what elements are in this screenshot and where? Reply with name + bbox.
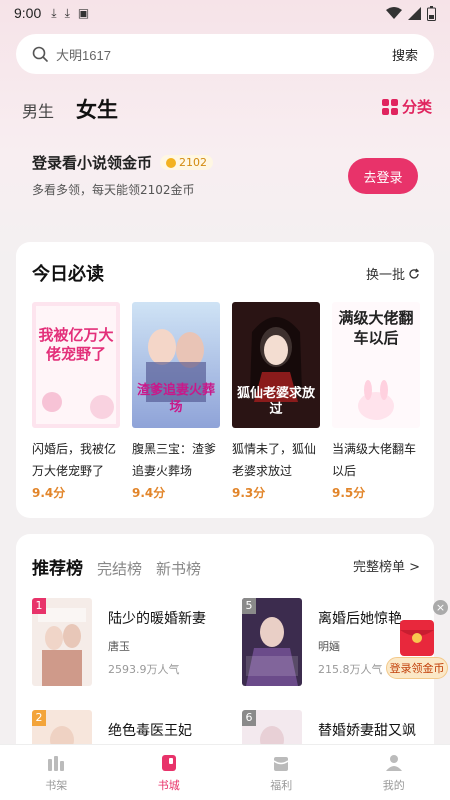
float-login-coin-button[interactable]: 登录领金币 [386, 657, 448, 679]
book-item[interactable]: 渣爹追妻火葬场 腹黑三宝：渣爹追妻火葬场 9.4分 [132, 302, 220, 501]
book-item[interactable]: 我被亿万大佬宠野了 闪婚后，我被亿万大佬宠野了 9.4分 [32, 302, 120, 501]
cover-title: 狐仙老婆求放过 [236, 386, 315, 417]
refresh-label: 换一批 [365, 268, 405, 283]
rank-popularity: 2593.9万人气 [108, 663, 180, 676]
rank-cover[interactable]: 5 [242, 598, 302, 686]
cover-image: 渣爹追妻火葬场 [132, 302, 220, 428]
book-cover[interactable]: 渣爹追妻火葬场 [132, 302, 220, 428]
full-ranking-link[interactable]: 完整榜单 > [353, 556, 420, 575]
nav-label: 福利 [270, 778, 293, 792]
book-cover[interactable]: 满级大佬翻车以后 [332, 302, 420, 428]
book-title: 闪婚后，我被亿万大佬宠野了 [32, 442, 117, 478]
rank-book-title: 陆少的暖婚新妻 [108, 611, 206, 627]
nav-label: 我的 [382, 778, 405, 792]
wifi-icon [386, 6, 402, 19]
download-icon: ⤓ [51, 5, 57, 20]
cover-image: 狐仙老婆求放过 [232, 302, 320, 428]
tab-male[interactable]: 男生 [22, 98, 54, 122]
login-button[interactable]: 去登录 [348, 158, 418, 194]
rank-cover[interactable]: 1 [32, 598, 92, 686]
book-score: 9.4分 [32, 486, 66, 500]
book-item[interactable]: 狐仙老婆求放过 狐情未了，狐仙老婆求放过 9.3分 [232, 302, 320, 501]
gift-icon [273, 756, 289, 771]
nav-bookshelf[interactable]: 书架 [0, 745, 113, 800]
download-icon: ⤓ [64, 5, 70, 20]
tab-finished[interactable]: 完结榜 [97, 558, 142, 579]
rank-book-title: 离婚后她惊艳 [318, 611, 402, 627]
status-bar: 9:00 ⤓ ⤓ ▣ [0, 0, 450, 26]
cover-title: 满级大佬翻车以后 [338, 309, 414, 347]
bottom-nav: 书架 书城 福利 我的 [0, 744, 450, 800]
section-title: 今日必读 [32, 264, 104, 285]
bookstore-icon [161, 754, 176, 771]
book-score: 9.3分 [232, 486, 266, 500]
rank-book-title: 替婚娇妻甜又飒 [318, 723, 416, 739]
nav-profile[interactable]: 我的 [338, 745, 450, 800]
battery-icon [427, 5, 436, 21]
search-bar[interactable]: 大明1617 搜索 [16, 34, 434, 74]
cover-image: 我被亿万大佬宠野了 [32, 302, 120, 428]
refresh-button[interactable]: 换一批 [366, 264, 420, 283]
ranking-tabs: 推荐榜 完结榜 新书榜 [32, 554, 201, 579]
book-title: 当满级大佬翻车以后 [332, 442, 417, 478]
book-title: 狐情未了，狐仙老婆求放过 [232, 442, 317, 478]
login-banner: 登录看小说领金币 2102 多看多领，每天能领2102金币 去登录 [16, 140, 434, 214]
tab-female[interactable]: 女生 [76, 94, 118, 124]
tab-recommend[interactable]: 推荐榜 [32, 554, 83, 579]
book-title: 腹黑三宝：渣爹追妻火葬场 [132, 442, 217, 478]
ranking-card: 推荐榜 完结榜 新书榜 完整榜单 > 1 陆少的暖婚新妻 唐玉 2593.9万人… [16, 534, 434, 798]
rank-author: 唐玉 [108, 640, 130, 653]
category-button[interactable]: 分类 [381, 96, 432, 117]
book-item[interactable]: 满级大佬翻车以后 当满级大佬翻车以后 9.5分 [332, 302, 420, 501]
login-title-text: 登录看小说领金币 [32, 154, 153, 172]
red-envelope-icon[interactable] [398, 618, 436, 658]
coin-icon [166, 157, 177, 168]
person-icon [385, 754, 402, 771]
category-label: 分类 [401, 98, 432, 116]
book-cover[interactable]: 狐仙老婆求放过 [232, 302, 320, 428]
search-input[interactable]: 大明1617 [56, 45, 392, 64]
search-button[interactable]: 搜索 [392, 45, 418, 64]
rank-number: 5 [242, 598, 256, 614]
font-icon: ▣ [77, 6, 90, 20]
cover-image: 满级大佬翻车以后 [332, 302, 420, 428]
book-cover[interactable]: 我被亿万大佬宠野了 [32, 302, 120, 428]
book-list: 我被亿万大佬宠野了 闪婚后，我被亿万大佬宠野了 9.4分 渣爹追妻火葬场 腹黑三… [32, 302, 432, 512]
rank-book-title: 绝色毒医王妃 [108, 723, 192, 739]
today-must-read-card: 今日必读 换一批 我被亿万大佬宠野了 闪婚后，我被亿万大佬宠野了 9.4分 渣爹… [16, 242, 434, 518]
coin-badge: 2102 [160, 155, 214, 170]
rank-number: 6 [242, 710, 256, 726]
nav-bookstore[interactable]: 书城 [113, 745, 226, 800]
signal-icon [408, 6, 421, 20]
rank-author: 明婳 [318, 640, 340, 653]
float-close-button[interactable]: × [433, 600, 448, 615]
tab-new-books[interactable]: 新书榜 [156, 558, 201, 579]
nav-label: 书架 [45, 778, 68, 792]
nav-welfare[interactable]: 福利 [225, 745, 338, 800]
book-score: 9.5分 [332, 486, 366, 500]
nav-label: 书城 [157, 778, 180, 792]
coin-amount: 2102 [179, 156, 208, 169]
grid-icon [381, 98, 398, 115]
cover-title: 我被亿万大佬宠野了 [38, 326, 114, 363]
status-time: 9:00 [14, 5, 42, 21]
search-icon [32, 46, 48, 62]
refresh-icon [409, 268, 420, 279]
bookshelf-icon [48, 755, 65, 771]
book-score: 9.4分 [132, 486, 166, 500]
rank-number: 1 [32, 598, 46, 614]
gender-tabs: 男生 女生 [22, 94, 118, 124]
rank-popularity: 215.8万人气 [318, 663, 383, 676]
rank-item[interactable]: 1 陆少的暖婚新妻 唐玉 2593.9万人气 [32, 598, 232, 688]
cover-title: 渣爹追妻火葬场 [136, 383, 215, 415]
rank-number: 2 [32, 710, 46, 726]
